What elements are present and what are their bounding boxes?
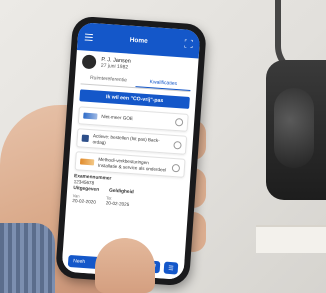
list-item-label: Methodi-verkbesturingen Installatie & se… — [97, 156, 167, 172]
request-pass-button[interactable]: Ik wil een "CO-vrij"-pas — [79, 89, 190, 109]
menu-icon[interactable] — [84, 31, 95, 42]
to-date: 20-02-2025 — [105, 200, 130, 208]
shelf — [256, 225, 326, 253]
thumb — [95, 238, 155, 293]
company-logo — [79, 157, 95, 165]
from-date: 20-02-2020 — [72, 198, 97, 205]
exam-details: Examennummer 12345678 Uitgegeven Geldigh… — [72, 174, 184, 211]
page-title: Home — [129, 36, 148, 45]
validity-label: Geldigheid — [108, 188, 134, 196]
avatar — [81, 54, 97, 70]
company-logo — [83, 112, 98, 120]
company-logo — [81, 134, 90, 143]
qr-scan-icon[interactable] — [183, 38, 194, 49]
list-item[interactable]: Methodi-verkbesturingen Installatie & se… — [74, 151, 186, 178]
list-item-label: Actieve: bestellen (hit pas) Back-ordag) — [92, 133, 160, 145]
wall-charger — [266, 60, 326, 200]
charger-ring — [274, 88, 314, 168]
list-item[interactable]: Actieve: bestellen (hit pas) Back-ordag) — [76, 128, 188, 155]
profile-date: 27 juni 1982 — [100, 62, 129, 71]
list-item-label: Niet-meer GOE — [101, 114, 134, 122]
list-item[interactable]: Niet-meer GOE — [77, 106, 189, 132]
issued-label: Uitgegeven — [73, 186, 100, 193]
sleeve — [0, 223, 55, 293]
radio-icon[interactable] — [171, 163, 181, 172]
list-icon[interactable]: ☰ — [163, 261, 179, 275]
radio-icon[interactable] — [174, 118, 184, 127]
radio-icon[interactable] — [173, 140, 182, 150]
